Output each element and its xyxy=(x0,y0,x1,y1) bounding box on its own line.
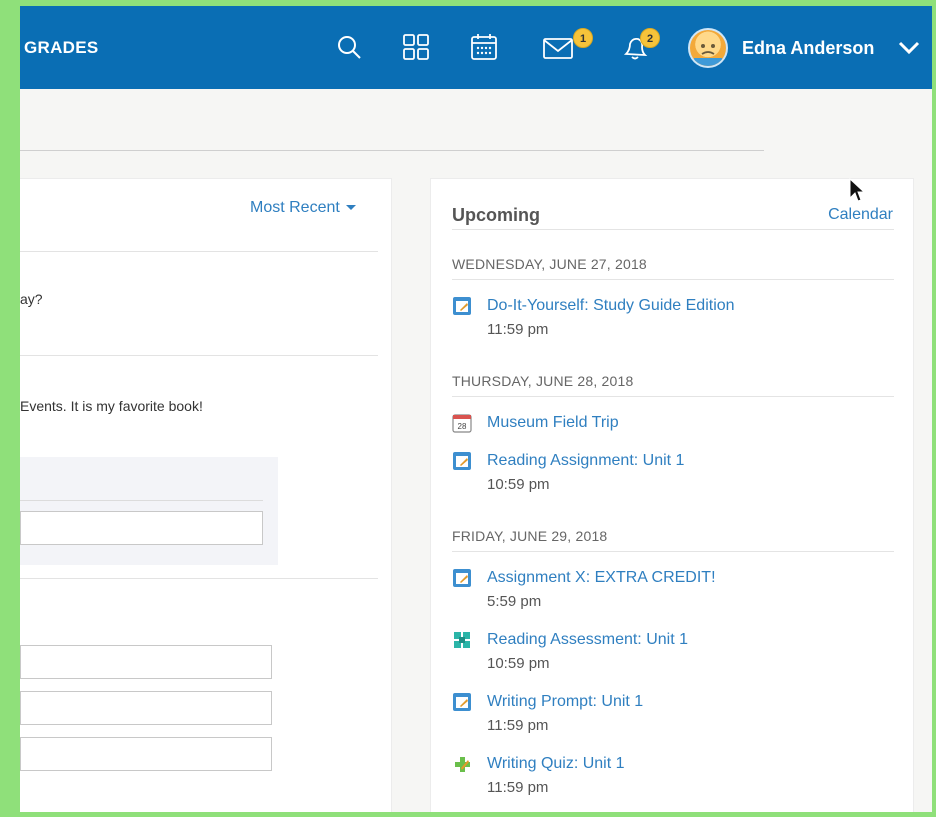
top-navigation-bar: GRADES 1 2 Edna Anderson xyxy=(20,6,932,89)
notifications-count-badge: 2 xyxy=(640,28,660,48)
event-time: 5:59 pm xyxy=(487,593,542,610)
divider xyxy=(20,251,378,252)
divider xyxy=(452,551,894,552)
divider xyxy=(452,279,894,280)
divider xyxy=(20,355,378,356)
sort-dropdown[interactable]: Most Recent xyxy=(250,199,356,217)
reply-panel xyxy=(20,457,278,565)
divider xyxy=(20,500,263,501)
event-time: 10:59 pm xyxy=(487,655,550,672)
avatar-face-icon xyxy=(694,44,722,66)
form-field[interactable] xyxy=(20,691,272,725)
event-title[interactable]: Reading Assessment: Unit 1 xyxy=(487,631,688,649)
search-icon[interactable] xyxy=(334,32,364,62)
reply-input[interactable] xyxy=(20,511,263,545)
user-name[interactable]: Edna Anderson xyxy=(742,38,874,59)
assignment-icon xyxy=(453,297,471,315)
event-item[interactable]: Reading Assignment: Unit 1 10:59 pm xyxy=(452,451,892,499)
calendar-icon[interactable] xyxy=(469,32,499,62)
calendar-link[interactable]: Calendar xyxy=(828,206,893,224)
event-title[interactable]: Writing Quiz: Unit 1 xyxy=(487,755,625,773)
assignment-icon xyxy=(453,693,471,711)
mouse-pointer-icon xyxy=(849,178,866,202)
quiz-icon xyxy=(455,757,470,772)
assignment-icon xyxy=(453,569,471,587)
assessment-icon xyxy=(454,632,470,648)
chevron-down-icon[interactable] xyxy=(898,40,920,56)
event-title[interactable]: Writing Prompt: Unit 1 xyxy=(487,693,643,711)
search-bar-underline xyxy=(20,150,764,151)
divider xyxy=(452,229,894,230)
calendar-event-icon: 28 xyxy=(452,414,472,433)
event-item[interactable]: Reading Assessment: Unit 1 10:59 pm xyxy=(452,630,892,678)
sort-dropdown-label: Most Recent xyxy=(250,199,340,216)
event-time: 11:59 pm xyxy=(487,321,549,338)
event-item[interactable]: Do-It-Yourself: Study Guide Edition 11:5… xyxy=(452,296,892,344)
event-item[interactable]: Writing Quiz: Unit 1 11:59 pm xyxy=(452,754,892,802)
event-title[interactable]: Do-It-Yourself: Study Guide Edition xyxy=(487,297,735,315)
date-header: THURSDAY, JUNE 28, 2018 xyxy=(452,373,634,389)
date-header: FRIDAY, JUNE 29, 2018 xyxy=(452,528,608,544)
upcoming-title: Upcoming xyxy=(452,205,540,225)
event-title[interactable]: Museum Field Trip xyxy=(487,414,619,432)
divider xyxy=(452,396,894,397)
divider xyxy=(20,578,378,579)
upcoming-card: Upcoming Calendar WEDNESDAY, JUNE 27, 20… xyxy=(430,178,914,812)
messages-count-badge: 1 xyxy=(573,28,593,48)
user-avatar[interactable] xyxy=(688,28,728,68)
app-window: GRADES 1 2 Edna Anderson Most Recent ay?… xyxy=(20,6,932,812)
event-time: 10:59 pm xyxy=(487,476,550,493)
event-item[interactable]: Writing Prompt: Unit 1 11:59 pm xyxy=(452,692,892,740)
mail-icon[interactable] xyxy=(542,32,576,62)
nav-grades-link[interactable]: GRADES xyxy=(24,38,99,58)
activity-feed-card: Most Recent ay? Events. It is my favorit… xyxy=(20,178,392,812)
event-time: 11:59 pm xyxy=(487,779,549,796)
assignment-icon xyxy=(453,452,471,470)
form-field[interactable] xyxy=(20,645,272,679)
date-header: WEDNESDAY, JUNE 27, 2018 xyxy=(452,256,647,272)
event-item[interactable]: Assignment X: EXTRA CREDIT! 5:59 pm xyxy=(452,568,892,616)
caret-down-icon xyxy=(345,205,356,211)
event-title[interactable]: Assignment X: EXTRA CREDIT! xyxy=(487,569,716,587)
post-text: Events. It is my favorite book! xyxy=(20,398,203,414)
event-title[interactable]: Reading Assignment: Unit 1 xyxy=(487,452,684,470)
post-text: ay? xyxy=(20,291,43,307)
svg-text:28: 28 xyxy=(458,422,467,431)
event-time: 11:59 pm xyxy=(487,717,549,734)
form-field[interactable] xyxy=(20,737,272,771)
apps-grid-icon[interactable] xyxy=(401,32,431,62)
